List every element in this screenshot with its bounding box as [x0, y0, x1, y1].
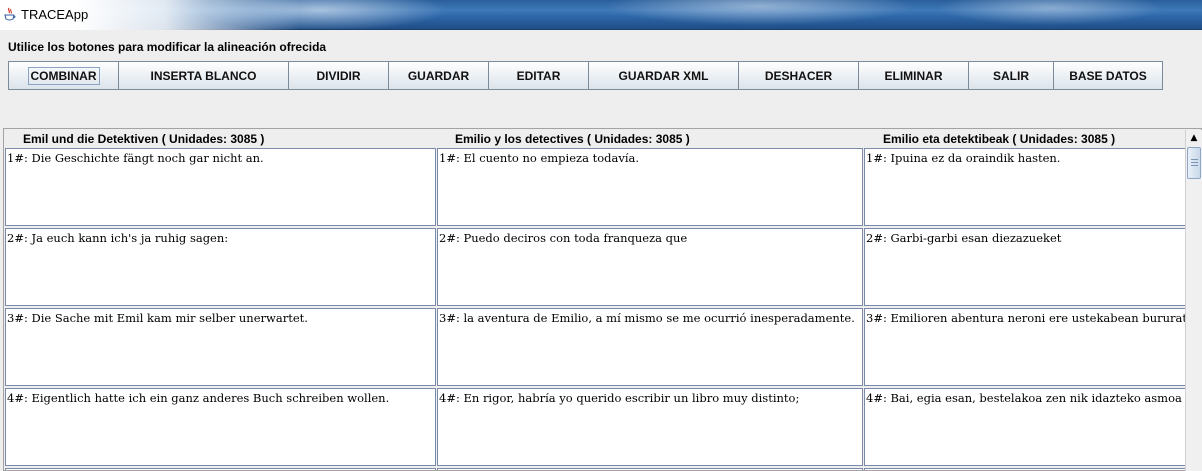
grip-line — [1191, 162, 1198, 163]
segment-cell-spanish[interactable]: 4#: En rigor, habría yo querido escribir… — [437, 388, 863, 466]
inserta-blanco-button-label: INSERTA BLANCO — [150, 68, 257, 83]
toolbar: COMBINAR INSERTA BLANCO DIVIDIR GUARDAR … — [8, 61, 1163, 90]
segment-cell-basque[interactable]: 2#: Garbi-garbi esan diezazueket — [864, 228, 1189, 306]
segment-cell-german[interactable]: 2#: Ja euch kann ich's ja ruhig sagen: — [5, 228, 436, 306]
title-bar: TRACEApp — [0, 0, 1202, 30]
column-header-german: Emil und die Detektiven ( Unidades: 3085… — [23, 132, 265, 146]
dividir-button[interactable]: DIVIDIR — [288, 61, 389, 90]
deshacer-button-label: DESHACER — [764, 68, 833, 83]
segment-cell-basque[interactable]: 1#: Ipuina ez da oraindik hasten. — [864, 148, 1189, 226]
segment-cell-spanish[interactable]: 3#: la aventura de Emilio, a mí mismo se… — [437, 308, 863, 386]
grip-line — [1191, 159, 1198, 160]
window-title: TRACEApp — [21, 7, 89, 22]
segment-cell-spanish[interactable]: 2#: Puedo deciros con toda franqueza que — [437, 228, 863, 306]
segment-cell-spanish[interactable]: 1#: El cuento no empieza todavía. — [437, 148, 863, 226]
segment-cell-german[interactable]: 3#: Die Sache mit Emil kam mir selber un… — [5, 308, 436, 386]
guardar-button-label: GUARDAR — [407, 68, 470, 83]
deshacer-button[interactable]: DESHACER — [738, 61, 859, 90]
segment-cell-basque[interactable]: 3#: Emilioren abentura neroni ere usteka… — [864, 308, 1189, 386]
instruction-label: Utilice los botones para modificar la al… — [8, 40, 327, 54]
dividir-button-label: DIVIDIR — [316, 68, 361, 83]
scrollbar-thumb[interactable] — [1187, 147, 1201, 179]
segment-cell-german[interactable]: 4#: Eigentlich hatte ich ein ganz andere… — [5, 388, 436, 466]
salir-button-label: SALIR — [993, 68, 1029, 83]
eliminar-button-label: ELIMINAR — [884, 68, 943, 83]
guardar-button[interactable]: GUARDAR — [388, 61, 489, 90]
editar-button-label: EDITAR — [516, 68, 561, 83]
guardar-xml-button[interactable]: GUARDAR XML — [588, 61, 739, 90]
eliminar-button[interactable]: ELIMINAR — [858, 61, 969, 90]
column-header-spanish: Emilio y los detectives ( Unidades: 3085… — [455, 132, 690, 146]
scroll-up-arrow-icon[interactable]: ▲ — [1186, 130, 1202, 146]
grip-line — [1191, 165, 1198, 166]
column-header-basque: Emilio eta detektibeak ( Unidades: 3085 … — [883, 132, 1116, 146]
inserta-blanco-button[interactable]: INSERTA BLANCO — [118, 61, 289, 90]
alignment-panel: Emil und die Detektiven ( Unidades: 3085… — [3, 128, 1202, 471]
salir-button[interactable]: SALIR — [968, 61, 1054, 90]
combinar-button[interactable]: COMBINAR — [8, 61, 119, 90]
vertical-scrollbar[interactable]: ▲ — [1185, 130, 1202, 471]
segment-cell-basque[interactable]: 4#: Bai, egia esan, bestelakoa zen nik i… — [864, 388, 1189, 466]
base-datos-button[interactable]: BASE DATOS — [1053, 61, 1163, 90]
java-cup-icon — [4, 7, 16, 21]
combinar-button-label: COMBINAR — [27, 66, 100, 85]
segment-cell-german[interactable]: 1#: Die Geschichte fängt noch gar nicht … — [5, 148, 436, 226]
editar-button[interactable]: EDITAR — [488, 61, 589, 90]
guardar-xml-button-label: GUARDAR XML — [618, 68, 709, 83]
base-datos-button-label: BASE DATOS — [1069, 68, 1147, 83]
